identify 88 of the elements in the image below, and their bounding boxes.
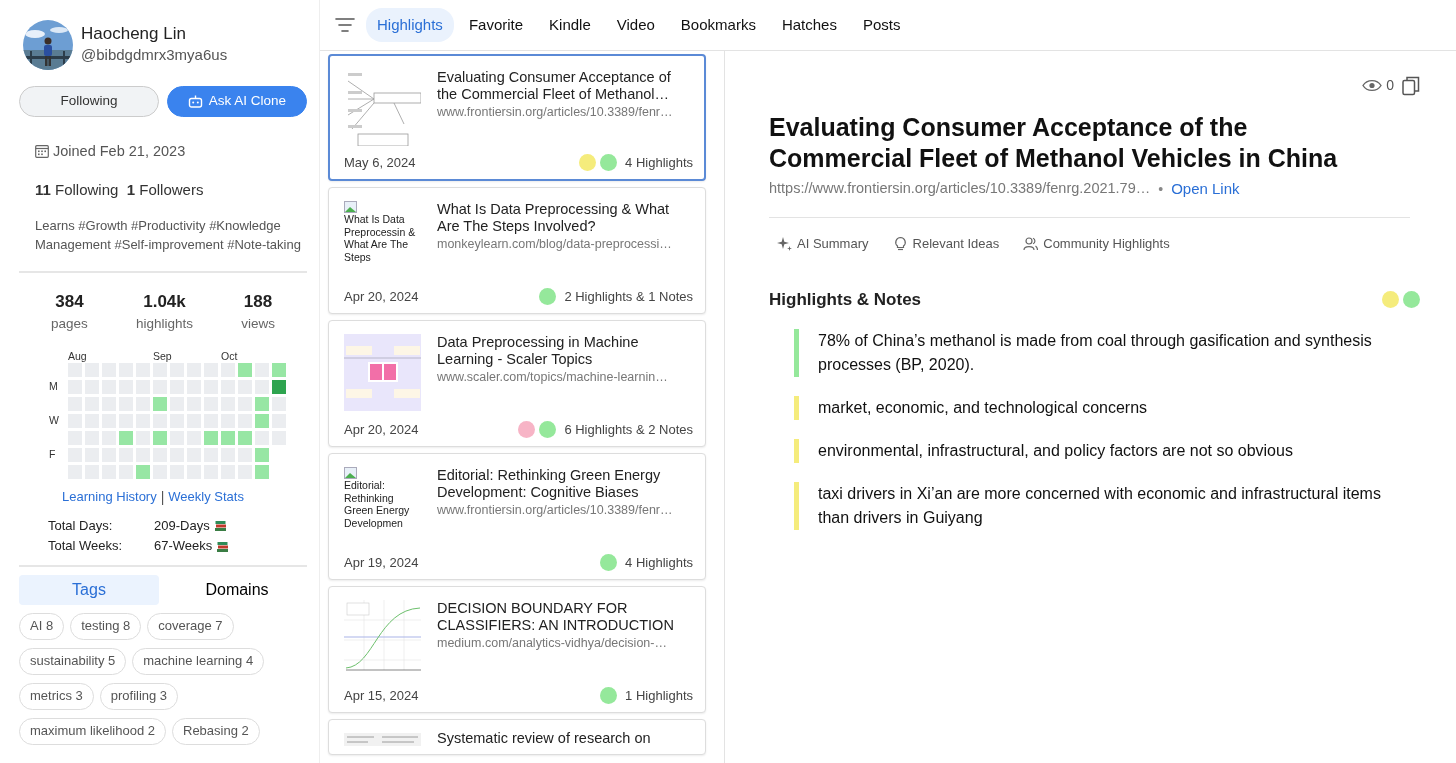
follow-counts: 11 Following 1 Followers [35, 179, 205, 200]
article-title: Systematic review of research on [437, 730, 651, 747]
user-name: Haocheng Lin [81, 23, 187, 44]
lightbulb-icon [892, 235, 908, 251]
learning-history-link[interactable]: Learning History [62, 486, 157, 508]
highlight-count: 1 Highlights [625, 686, 693, 705]
stat-value: 188 [242, 290, 274, 313]
books-icon [216, 540, 230, 553]
open-link[interactable]: Open Link [1171, 178, 1240, 201]
weekday-label: F [49, 448, 56, 461]
highlight-text: market, economic, and technological concerns [818, 397, 1148, 418]
view-count: 0 [1386, 76, 1394, 95]
broken-image-icon [344, 467, 357, 479]
article-date: Apr 15, 2024 [344, 686, 419, 705]
article-title: What Is Data Preprocessing & What Are The Steps Involved? [437, 201, 671, 235]
broken-image-icon [344, 201, 357, 213]
total-label: Total Weeks: [48, 537, 124, 556]
calendar-icon [35, 145, 49, 159]
article-url: www.frontiersin.org/articles/10.3389/fenr… [437, 501, 674, 519]
article-title: Editorial: Rethinking Green Energy Development: Cognitive Biases [437, 467, 662, 501]
article-heading: Evaluating Consumer Acceptance of the Commercial Fleet of Methanol Vehicles in China [769, 112, 1339, 174]
section-heading: Highlights & Notes [769, 289, 922, 311]
joined-date: Joined Feb 21, 2023 [53, 142, 186, 161]
stat-label: pages [51, 315, 88, 334]
eye-icon [1362, 79, 1383, 92]
article-card[interactable]: Evaluating Consumer Acceptance of the Commercial Fleet of Methanol… www.frontiersin.org/articles/10.3389/fenr… May 6, 2024 4 Highlights [328, 54, 706, 181]
stat-value: 1.04k [142, 290, 187, 313]
total-label: Total Days: [48, 516, 114, 535]
stat-label: views [241, 315, 275, 334]
nav-tab[interactable]: Bookmarks [669, 7, 767, 43]
highlight-text: environmental, infrastructural, and policy factors are not so obvious [818, 440, 1293, 461]
tool-button[interactable]: Relevant Ideas [892, 233, 1000, 253]
nav-tab[interactable]: Posts [851, 7, 912, 43]
following-button[interactable]: Following [19, 86, 159, 117]
highlight-text: taxi drivers in Xi’an are more concerned with economic and infrastructural items than drivers in Guiyang [818, 483, 1382, 528]
stat-value: 384 [54, 290, 85, 313]
user-bio: Learns #Growth #Productivity #Knowledge Management #Self-improvement #Note-taking [35, 217, 302, 255]
article-link-url: https://www.frontiersin.org/articles/10.3389/fenrg.2021.79… [769, 179, 1151, 199]
article-url: www.scaler.com/topics/machine-learnin… [437, 368, 669, 386]
sidebar-tab[interactable]: Tags [19, 575, 159, 606]
article-url: monkeylearn.com/blog/data-preprocessi… [437, 235, 673, 253]
stat-label: highlights [136, 315, 194, 334]
article-date: Apr 19, 2024 [344, 553, 419, 572]
highlight-text: 78% of China’s methanol is made from coal through gasification and synthesis processes (BP, 2020). [818, 330, 1373, 375]
books-icon [213, 520, 227, 533]
article-card[interactable]: What Is Data Preprocessin & What Are The Steps What Is Data Preprocessing & What Are The Steps Involved? monkeylearn.com/blog/data-preprocessi… Apr 20, 2024 2 Highlights & 1 Notes [328, 187, 706, 314]
image-alt-text: What Is Data Preprocessin & What Are The Steps [344, 213, 417, 264]
total-value: 209-Days [154, 516, 210, 535]
bullet-separator: • [1158, 179, 1164, 199]
article-date: May 6, 2024 [344, 153, 416, 172]
sidebar-tab[interactable]: Domains [167, 575, 307, 606]
highlight-count: 2 Highlights & 1 Notes [564, 287, 693, 306]
ask-ai-button[interactable]: Ask AI Clone [167, 86, 307, 117]
user-handle: @bibdgdmrx3mya6us [81, 44, 228, 65]
link-separator: | [160, 487, 165, 507]
nav-tab[interactable]: Hatches [770, 7, 848, 43]
tool-button[interactable]: Community Highlights [1023, 233, 1170, 253]
nav-tab[interactable]: Video [605, 7, 666, 43]
article-title: Data Preprocessing in Machine Learning - Scaler Topics [437, 334, 640, 368]
image-alt-text: Editorial: Rethinking Green Energy Developmen [344, 479, 411, 530]
month-label: Sep [153, 349, 172, 362]
copy-icon[interactable] [1402, 75, 1420, 96]
weekly-stats-link[interactable]: Weekly Stats [168, 486, 244, 508]
robot-icon [187, 95, 203, 108]
highlight-count: 6 Highlights & 2 Notes [564, 420, 693, 439]
article-date: Apr 20, 2024 [344, 287, 419, 306]
month-label: Oct [221, 349, 238, 362]
people-icon [1023, 235, 1039, 251]
filter-icon [334, 17, 356, 33]
weekday-label: M [49, 380, 58, 393]
article-card[interactable]: Data Preprocessing in Machine Learning - Scaler Topics www.scaler.com/topics/machine-learnin… Apr 20, 2024 6 Highlights & 2 Notes [328, 320, 706, 447]
article-card[interactable]: Editorial: Rethinking Green Energy Developmen Editorial: Rethinking Green Energy Development: Cognitive Biases www.frontiersin.org/articles/10.3389/fenr… Apr 19, 2024 4 Highlights [328, 453, 706, 580]
highlight-count: 4 Highlights [625, 553, 693, 572]
tool-button[interactable]: AI Summary [777, 233, 869, 253]
article-title: Evaluating Consumer Acceptance of the Commercial Fleet of Methanol… [437, 69, 672, 103]
article-date: Apr 20, 2024 [344, 420, 419, 439]
total-value: 67-Weeks [154, 537, 213, 556]
highlight-count: 4 Highlights [625, 153, 693, 172]
nav-tab[interactable]: Highlights [366, 7, 454, 43]
month-label: Aug [68, 349, 87, 362]
article-title: DECISION BOUNDARY FOR CLASSIFIERS: AN INTRODUCTION [437, 600, 675, 634]
nav-tab[interactable]: Favorite [457, 7, 535, 43]
article-url: www.frontiersin.org/articles/10.3389/fenr… [437, 103, 674, 121]
article-card[interactable]: DECISION BOUNDARY FOR CLASSIFIERS: AN INTRODUCTION medium.com/analytics-vidhya/decision-… Apr 15, 2024 1 Highlights [328, 586, 706, 713]
article-url: medium.com/analytics-vidhya/decision-… [437, 634, 668, 652]
article-card[interactable]: Systematic review of research on [328, 719, 706, 755]
weekday-label: W [49, 414, 59, 427]
nav-tab[interactable]: Kindle [538, 7, 602, 43]
